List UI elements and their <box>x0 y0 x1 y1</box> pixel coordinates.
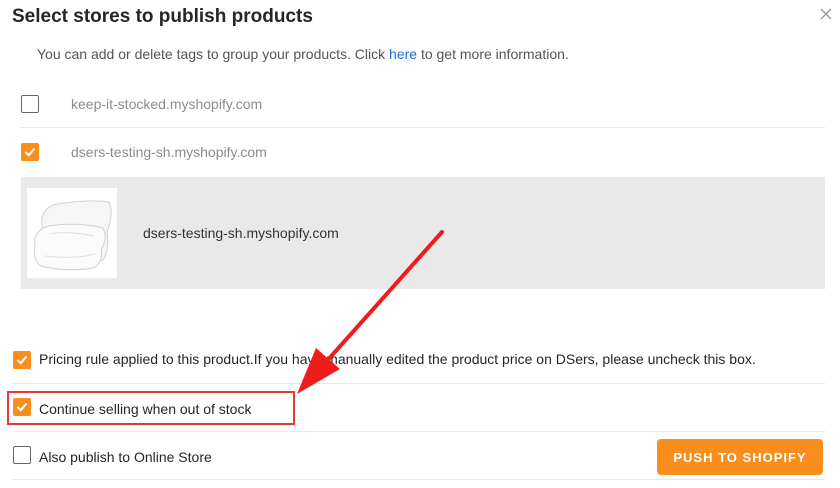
intro-text: You can add or delete tags to group your… <box>37 46 569 62</box>
store-name: keep-it-stocked.myshopify.com <box>71 95 263 112</box>
intro-before: You can add or delete tags to group your… <box>37 46 390 62</box>
panel-store-name: dsers-testing-sh.myshopify.com <box>143 225 339 241</box>
online-store-checkbox[interactable] <box>13 446 31 464</box>
pricing-rule-label: Pricing rule applied to this product.If … <box>39 351 756 367</box>
store-checkbox-dsers-testing[interactable] <box>21 143 39 161</box>
checkmark-icon <box>16 355 28 365</box>
annotation-highlight-box <box>7 391 295 425</box>
option-pricing-rule[interactable]: Pricing rule applied to this product.If … <box>13 336 825 384</box>
checkmark-icon <box>24 147 36 157</box>
dialog-title: Select stores to publish products <box>12 6 313 27</box>
store-row-keep-it-stocked[interactable]: keep-it-stocked.myshopify.com <box>20 80 825 128</box>
pricing-rule-checkbox[interactable] <box>13 351 31 369</box>
online-store-label: Also publish to Online Store <box>39 449 212 465</box>
close-icon[interactable] <box>818 6 834 22</box>
store-row-dsers-testing[interactable]: dsers-testing-sh.myshopify.com <box>20 128 825 176</box>
help-link[interactable]: here <box>389 46 417 62</box>
intro-after: to get more information. <box>417 46 569 62</box>
push-to-shopify-button[interactable]: PUSH TO SHOPIFY <box>657 439 823 475</box>
product-thumbnail <box>27 188 117 278</box>
selected-store-panel: dsers-testing-sh.myshopify.com <box>21 177 825 289</box>
store-name: dsers-testing-sh.myshopify.com <box>71 144 267 160</box>
pillow-image <box>33 200 112 271</box>
store-checkbox-keep-it-stocked[interactable] <box>21 95 39 113</box>
